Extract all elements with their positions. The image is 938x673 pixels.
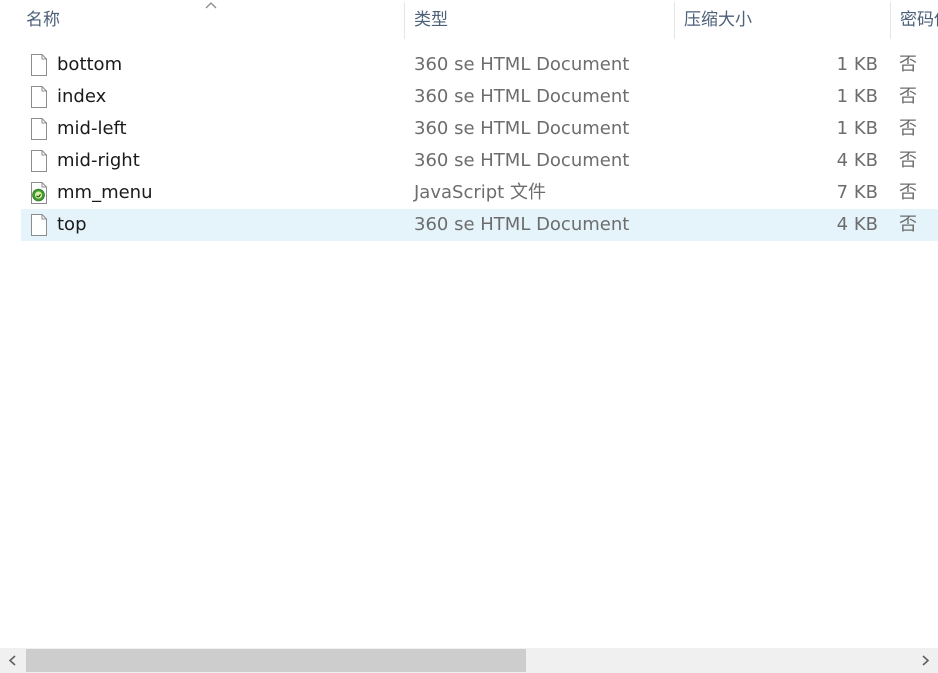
file-password: 否: [899, 214, 917, 235]
column-header-type[interactable]: 类型: [406, 0, 674, 40]
horizontal-scrollbar[interactable]: [0, 648, 938, 673]
column-header-compressed-size-label: 压缩大小: [684, 10, 752, 30]
html-file-icon: [31, 118, 47, 140]
column-header-type-label: 类型: [414, 10, 448, 30]
file-type: 360 se HTML Document: [414, 118, 630, 139]
html-file-icon: [31, 214, 47, 236]
file-name: mid-right: [57, 150, 140, 171]
file-row[interactable]: mid-left 360 se HTML Document 1 KB 否: [21, 113, 938, 145]
file-type: JavaScript 文件: [414, 182, 546, 203]
file-row[interactable]: mm_menu JavaScript 文件 7 KB 否: [21, 177, 938, 209]
file-size: 7 KB: [836, 182, 878, 203]
chevron-left-icon[interactable]: [0, 648, 26, 673]
file-type: 360 se HTML Document: [414, 150, 630, 171]
column-header-compressed-size[interactable]: 压缩大小: [676, 0, 890, 40]
file-size: 1 KB: [836, 54, 878, 75]
column-header-name-label: 名称: [26, 10, 60, 30]
javascript-file-icon: [31, 182, 47, 204]
html-file-icon: [31, 54, 47, 76]
file-password: 否: [899, 86, 917, 107]
file-list: bottom 360 se HTML Document 1 KB 否 index…: [21, 49, 938, 241]
column-header-password-label: 密码保护: [900, 10, 938, 30]
file-type: 360 se HTML Document: [414, 86, 630, 107]
column-separator[interactable]: [890, 2, 891, 39]
file-type: 360 se HTML Document: [414, 54, 630, 75]
file-name: index: [57, 86, 107, 107]
archive-file-list-window: 名称 类型 压缩大小 密码保护 bottom 360 se HTML Docum…: [0, 0, 938, 673]
column-separator[interactable]: [404, 2, 405, 39]
file-row[interactable]: bottom 360 se HTML Document 1 KB 否: [21, 49, 938, 81]
file-name: bottom: [57, 54, 123, 75]
file-row[interactable]: mid-right 360 se HTML Document 4 KB 否: [21, 145, 938, 177]
html-file-icon: [31, 86, 47, 108]
file-row[interactable]: index 360 se HTML Document 1 KB 否: [21, 81, 938, 113]
html-file-icon: [31, 150, 47, 172]
file-name: top: [57, 214, 87, 235]
file-password: 否: [899, 118, 917, 139]
file-size: 4 KB: [836, 150, 878, 171]
column-header-password[interactable]: 密码保护: [892, 0, 938, 40]
chevron-up-icon: [205, 2, 217, 9]
file-size: 1 KB: [836, 86, 878, 107]
column-header-bar: 名称 类型 压缩大小 密码保护: [0, 0, 938, 40]
chevron-right-icon[interactable]: [912, 648, 938, 673]
file-password: 否: [899, 150, 917, 171]
file-row-selected[interactable]: top 360 se HTML Document 4 KB 否: [21, 209, 938, 241]
column-separator[interactable]: [674, 2, 675, 39]
file-password: 否: [899, 182, 917, 203]
file-size: 4 KB: [836, 214, 878, 235]
file-name: mid-left: [57, 118, 127, 139]
file-type: 360 se HTML Document: [414, 214, 630, 235]
scrollbar-thumb[interactable]: [26, 649, 526, 672]
file-password: 否: [899, 54, 917, 75]
file-size: 1 KB: [836, 118, 878, 139]
file-name: mm_menu: [57, 182, 153, 203]
